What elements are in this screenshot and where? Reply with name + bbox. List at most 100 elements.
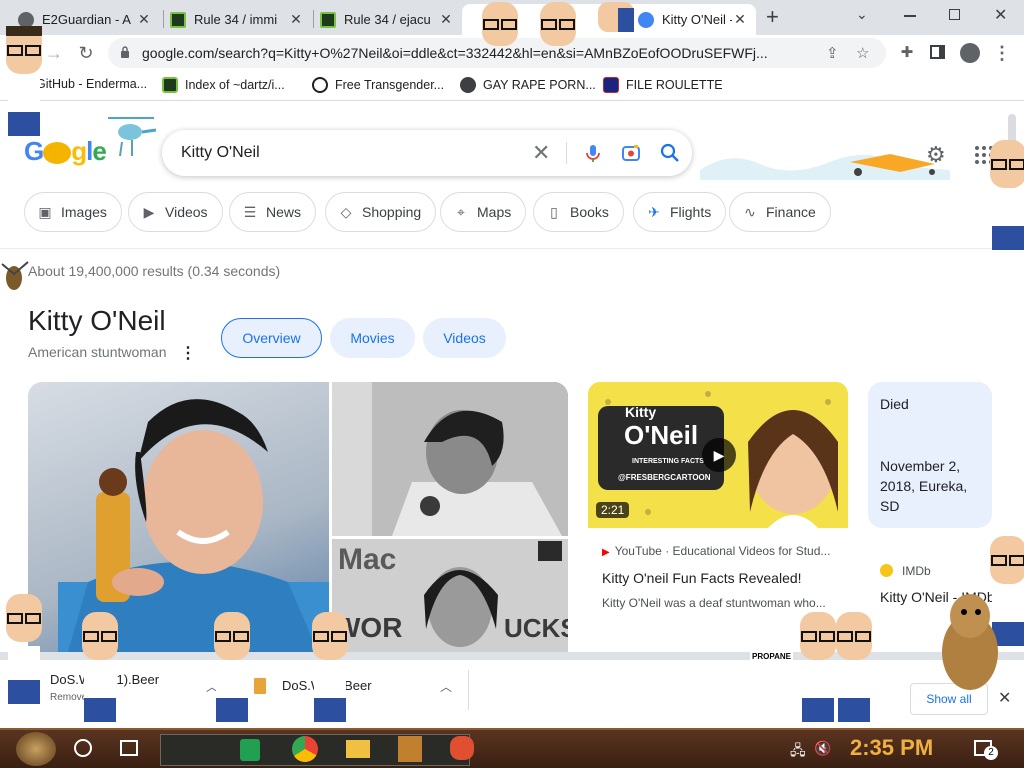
chip-news[interactable]: ☰ News — [229, 192, 317, 232]
kitty-oneil-main-photo[interactable] — [28, 382, 329, 652]
lock-icon[interactable] — [120, 46, 130, 58]
chip-videos[interactable]: ▶ Videos — [128, 192, 223, 232]
chip-maps[interactable]: ⌖ Maps — [440, 192, 527, 232]
play-button-icon[interactable]: ▶ — [702, 438, 736, 472]
hank-cartoon-icon[interactable] — [830, 612, 878, 722]
bookmark-index-dartz[interactable]: Index of ~dartz/i... — [162, 77, 285, 93]
image-icon: ▣ — [38, 204, 52, 220]
died-fact-card[interactable]: Died November 2, 2018, Eureka, SD — [868, 382, 992, 528]
hank-cartoon-icon[interactable] — [208, 612, 256, 722]
close-tab-icon[interactable]: ✕ — [438, 11, 454, 28]
kp-tab-movies[interactable]: Movies — [330, 318, 415, 358]
close-tab-icon[interactable]: ✕ — [732, 11, 748, 28]
bookmark-label: GitHub - Enderma... — [36, 77, 148, 91]
tab-title: Rule 34 / immi — [194, 12, 278, 27]
tag-icon: ◇ — [340, 204, 352, 220]
search-query[interactable]: Kitty O'Neil — [181, 144, 260, 162]
gopher-cartoon-icon[interactable] — [930, 586, 1006, 696]
search-circle-icon[interactable] — [74, 739, 92, 757]
video-title[interactable]: Kitty O'neil Fun Facts Revealed! — [602, 570, 802, 586]
search-icon[interactable] — [659, 142, 681, 164]
chip-images[interactable]: ▣ Images — [24, 192, 122, 232]
hank-cartoon-icon[interactable] — [306, 612, 354, 722]
search-box[interactable]: Kitty O'Neil ✕ — [162, 130, 692, 176]
taskbar-clock[interactable]: 2:35 PM — [850, 735, 933, 761]
tab-rule34-b[interactable]: Rule 34 / ejacu ✕ — [312, 4, 462, 35]
chip-label: Finance — [766, 204, 816, 220]
chrome-icon[interactable] — [292, 736, 318, 762]
extensions-puzzle-icon[interactable]: ✚ — [895, 41, 919, 65]
taskbar: 🖧 🔇 2:35 PM 2 — [0, 728, 1024, 768]
chip-finance[interactable]: ∿ Finance — [729, 192, 831, 232]
more-options-icon[interactable]: ⋮ — [180, 343, 196, 363]
result-stats: About 19,400,000 results (0.34 seconds) — [28, 263, 281, 279]
skull-icon — [312, 77, 328, 93]
kitty-oneil-bw-photo-2[interactable]: Mac WOR UCKS — [332, 539, 568, 652]
clear-search-icon[interactable]: ✕ — [532, 140, 550, 166]
bookmark-star-icon[interactable]: ☆ — [856, 44, 869, 62]
close-window-icon[interactable]: ✕ — [994, 5, 1007, 25]
volume-muted-icon[interactable]: 🔇 — [814, 740, 831, 757]
reload-icon[interactable]: ↻ — [74, 41, 98, 65]
hank-cartoon-icon[interactable] — [586, 0, 646, 40]
restore-icon[interactable] — [949, 9, 960, 20]
share-icon[interactable]: ⇪ — [826, 44, 839, 62]
minimize-icon[interactable] — [904, 15, 916, 17]
bookmark-free-transgender[interactable]: Free Transgender... — [312, 77, 444, 93]
kp-tab-overview[interactable]: Overview — [221, 318, 322, 358]
bookmark-file-roulette[interactable]: FILE ROULETTE — [603, 77, 723, 93]
hank-cartoon-icon[interactable] — [0, 26, 48, 136]
bookmark-label: GAY RAPE PORN... — [483, 78, 596, 92]
hank-cartoon-icon[interactable] — [984, 140, 1024, 250]
bookmark-github[interactable]: GitHub - Enderma... — [36, 77, 147, 91]
google-lens-icon[interactable] — [620, 142, 642, 164]
rule34-favicon-icon — [162, 77, 178, 93]
new-tab-button[interactable]: + — [766, 4, 779, 30]
pinned-app-icon[interactable] — [450, 736, 474, 760]
chip-label: Maps — [477, 204, 512, 220]
chip-label: Shopping — [362, 204, 422, 220]
bookmark-label: FILE ROULETTE — [626, 78, 723, 92]
microphone-icon[interactable] — [582, 142, 604, 164]
bookmark-gay-rape[interactable]: GAY RAPE PORN... — [460, 77, 596, 93]
sheets-app-icon[interactable] — [240, 739, 260, 761]
side-panel-icon[interactable] — [930, 45, 945, 59]
download-item[interactable]: DoS.W...2.Beer ︿ — [254, 668, 454, 716]
hank-cartoon-icon[interactable] — [0, 594, 48, 704]
chip-books[interactable]: ▯ Books — [533, 192, 624, 232]
start-button-icon[interactable] — [16, 732, 56, 766]
hank-cartoon-icon[interactable] — [470, 0, 530, 60]
bee-cartoon-icon[interactable] — [0, 258, 30, 294]
close-tab-icon[interactable]: ✕ — [136, 11, 152, 28]
tab-rule34-a[interactable]: Rule 34 / immi ✕ — [162, 4, 312, 35]
kp-tab-videos[interactable]: Videos — [423, 318, 506, 358]
kebab-menu-icon[interactable]: ⋮ — [990, 41, 1014, 65]
google-results-page: Ggle Kitty O'Neil ✕ ⚙ ▣ Images ▶ Videos … — [0, 102, 1024, 652]
rule34-favicon-icon — [320, 11, 336, 28]
close-tab-icon[interactable]: ✕ — [288, 11, 304, 28]
chip-shopping[interactable]: ◇ Shopping — [325, 192, 437, 232]
bookmark-label: Free Transgender... — [335, 78, 445, 92]
video-thumbnail[interactable]: Kitty O'Neil INTERESTING FACTS @FRESBERG… — [588, 382, 848, 528]
google-doodle-logo[interactable]: Ggle — [24, 136, 107, 167]
network-icon[interactable]: 🖧 — [790, 740, 806, 764]
tab-search-chevron-icon[interactable]: ⌄ — [856, 6, 868, 23]
task-view-icon[interactable] — [120, 740, 138, 756]
died-label: Died — [880, 396, 909, 412]
tab-title: Kitty O'Neil - — [662, 12, 732, 27]
video-source[interactable]: ▶ YouTube · Educational Videos for Stud..… — [602, 544, 830, 558]
bookmark-label: Index of ~dartz/i... — [185, 78, 285, 92]
video-icon: ▶ — [143, 204, 155, 220]
kitty-oneil-bw-photo-1[interactable] — [332, 382, 568, 536]
hank-cartoon-icon[interactable] — [528, 0, 588, 60]
chevron-up-icon[interactable]: ︿ — [440, 678, 452, 695]
settings-gear-icon[interactable]: ⚙ — [926, 142, 946, 168]
pinned-app-icon[interactable] — [398, 736, 422, 762]
hank-cartoon-icon[interactable] — [76, 612, 124, 722]
kp-tab-label: Videos — [443, 330, 486, 346]
profile-avatar-icon[interactable] — [960, 43, 980, 63]
file-explorer-icon[interactable] — [346, 740, 370, 758]
chip-flights[interactable]: ✈ Flights — [633, 192, 727, 232]
imdb-icon — [880, 564, 893, 577]
book-icon: ▯ — [550, 204, 558, 220]
